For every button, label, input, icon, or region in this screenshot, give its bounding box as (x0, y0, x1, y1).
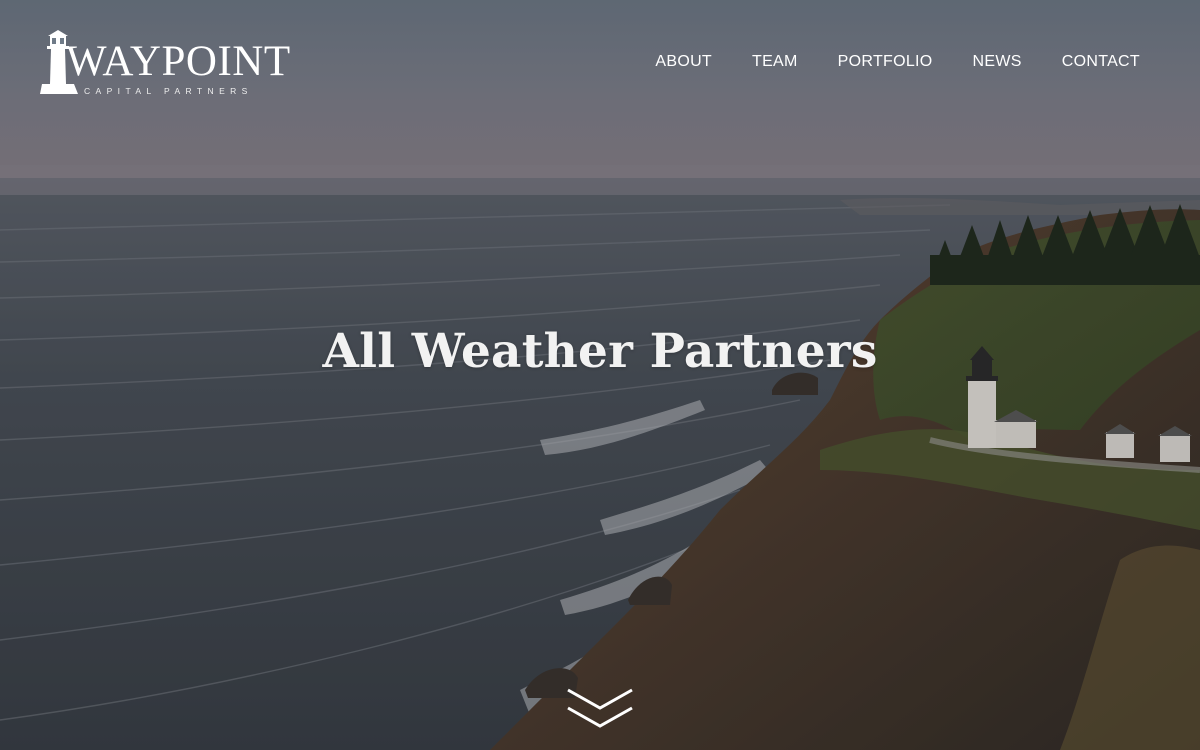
nav-item-contact[interactable]: CONTACT (1062, 52, 1140, 72)
main-nav: ABOUT TEAM PORTFOLIO NEWS CONTACT (655, 52, 1140, 72)
brand-tagline: CAPITAL PARTNERS (84, 86, 253, 96)
hero-headline: All Weather Partners (322, 324, 878, 379)
nav-item-about[interactable]: ABOUT (655, 52, 712, 72)
hero-section: WAYPOINT CAPITAL PARTNERS ABOUT TEAM POR… (0, 0, 1200, 750)
double-chevron-down-icon (567, 688, 633, 728)
brand-logo[interactable]: WAYPOINT CAPITAL PARTNERS (38, 28, 298, 100)
brand-name: WAYPOINT (66, 38, 291, 85)
nav-item-news[interactable]: NEWS (973, 52, 1022, 72)
nav-item-portfolio[interactable]: PORTFOLIO (838, 52, 933, 72)
nav-item-team[interactable]: TEAM (752, 52, 798, 72)
scroll-down-button[interactable] (566, 688, 634, 730)
